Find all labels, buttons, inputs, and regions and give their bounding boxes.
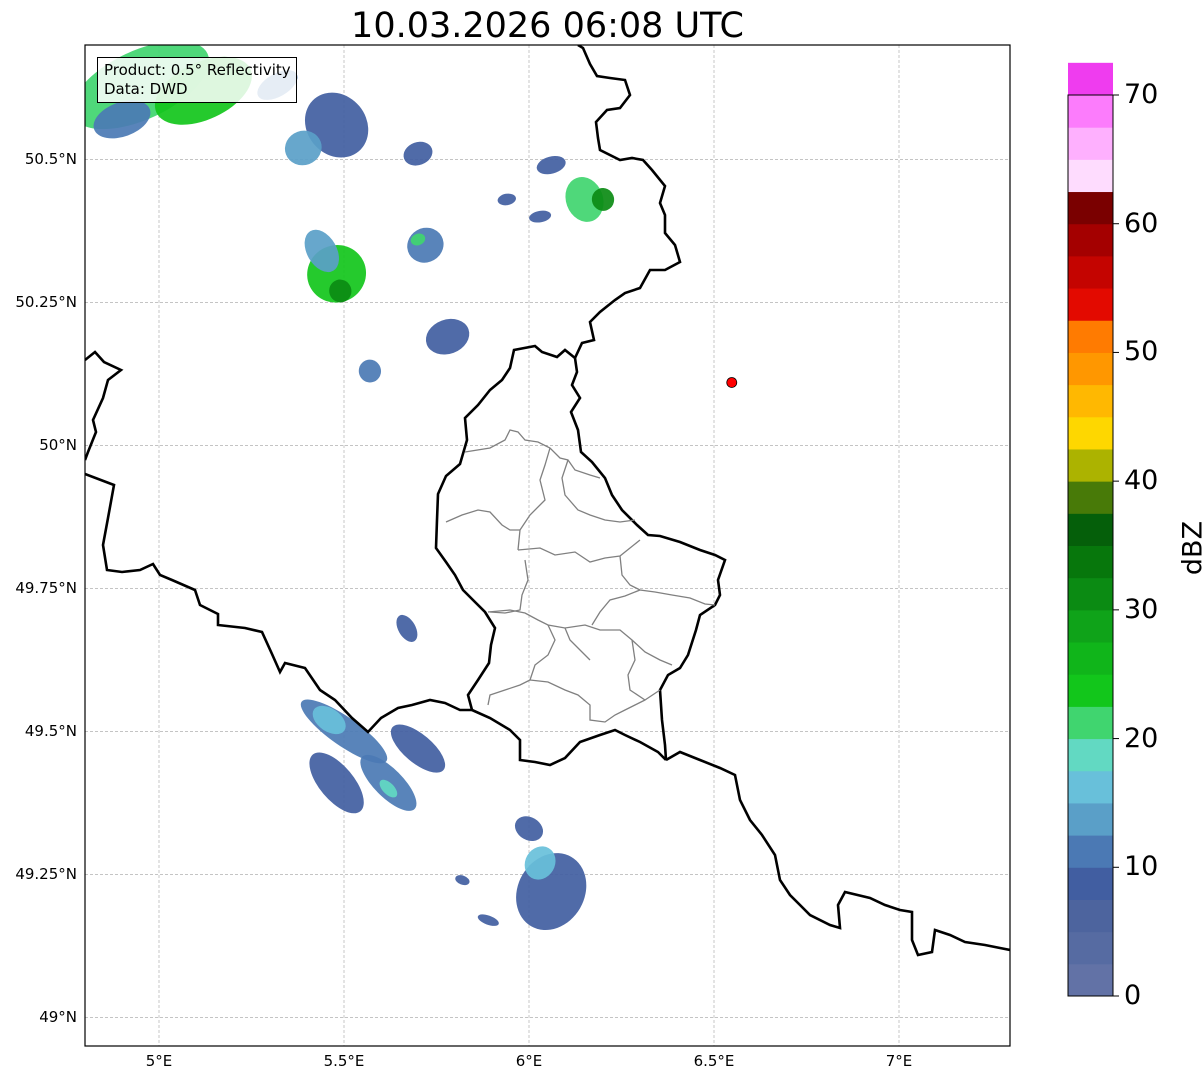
product-label: Product: 0.5° Reflectivity xyxy=(104,61,291,79)
lon-tick-label: 7°E xyxy=(885,1052,913,1070)
lat-tick-label: 50.25°N xyxy=(15,293,77,312)
colorbar-segment xyxy=(1068,545,1113,579)
product-info-box: Product: 0.5° Reflectivity Data: DWD xyxy=(97,57,297,103)
colorbar-segment xyxy=(1068,513,1113,546)
colorbar-tick-label: 30 xyxy=(1124,593,1159,625)
colorbar-segment xyxy=(1068,448,1113,482)
colorbar-segment xyxy=(1068,255,1113,289)
colorbar-segment xyxy=(1068,127,1113,160)
colorbar-segment xyxy=(1068,867,1113,900)
reflectivity-echo xyxy=(455,875,470,886)
border-france-belgium-luxembourg xyxy=(85,472,472,734)
colorbar-tick-label: 10 xyxy=(1124,851,1159,883)
lon-tick-label: 5.5°E xyxy=(323,1052,365,1070)
radar-site-marker[interactable] xyxy=(726,377,738,388)
colorbar-segment xyxy=(1068,62,1113,96)
reflectivity-echo xyxy=(425,318,470,355)
data-source-label: Data: DWD xyxy=(104,80,188,98)
colorbar-segment xyxy=(1068,481,1113,514)
reflectivity-echo xyxy=(477,914,499,926)
colorbar-segment xyxy=(1068,770,1113,804)
colorbar-segment xyxy=(1068,352,1113,386)
colorbar-segment xyxy=(1068,416,1113,450)
luxembourg-cantons xyxy=(445,429,716,723)
colorbar-segment xyxy=(1068,931,1113,965)
colorbar-tick-label: 0 xyxy=(1124,980,1142,1011)
reflectivity-echo xyxy=(403,141,433,166)
lon-tick-label: 6.5°E xyxy=(693,1052,735,1070)
radar-map[interactable] xyxy=(0,0,1202,1081)
lat-tick-label: 50°N xyxy=(39,436,77,455)
reflectivity-echo xyxy=(529,210,552,223)
border-luxembourg-france xyxy=(471,708,667,767)
lat-tick-label: 49.5°N xyxy=(24,722,77,741)
lat-tick-label: 49°N xyxy=(39,1008,77,1027)
colorbar-segment xyxy=(1068,191,1113,225)
lon-tick-label: 6°E xyxy=(515,1052,543,1070)
reflectivity-echo xyxy=(407,227,444,263)
colorbar-segment xyxy=(1068,95,1113,128)
boundaries xyxy=(85,45,1010,957)
reflectivity-echo xyxy=(536,155,566,175)
colorbar-tick-label: 70 xyxy=(1124,79,1159,110)
colorbar-segment xyxy=(1068,609,1113,643)
colorbar-segment xyxy=(1068,835,1113,868)
reflectivity-echo xyxy=(396,614,418,642)
colorbar-unit-label: dBZ xyxy=(1177,520,1202,576)
lon-tick-label: 5°E xyxy=(145,1052,173,1070)
colorbar-tick-label: 40 xyxy=(1124,465,1159,497)
lat-tick-label: 50.5°N xyxy=(24,150,77,169)
colorbar-tick-label: 60 xyxy=(1124,207,1159,239)
border-luxembourg-germany xyxy=(569,357,727,761)
colorbar-segment xyxy=(1068,159,1113,193)
reflectivity-echoes xyxy=(85,45,615,931)
colorbar-segment xyxy=(1068,384,1113,418)
radar-site-layer xyxy=(726,377,738,388)
colorbar-segment xyxy=(1068,899,1113,933)
colorbar-segment xyxy=(1068,577,1113,611)
lat-tick-label: 49.25°N xyxy=(15,865,77,884)
colorbar-segment xyxy=(1068,642,1113,675)
reflectivity-echo xyxy=(358,359,382,383)
colorbar xyxy=(1067,62,1119,997)
border-germany-france xyxy=(665,750,1010,957)
lat-tick-label: 49.75°N xyxy=(15,579,77,598)
colorbar-segment xyxy=(1068,802,1113,836)
colorbar-segment xyxy=(1068,223,1113,257)
reflectivity-echo xyxy=(497,193,516,206)
colorbar-tick-label: 50 xyxy=(1124,336,1159,368)
border-belgium-france-west xyxy=(85,350,124,461)
border-belgium-luxembourg xyxy=(434,344,576,711)
colorbar-segment xyxy=(1068,963,1113,997)
colorbar-segment xyxy=(1068,288,1113,321)
colorbar-tick-label: 20 xyxy=(1124,722,1159,754)
colorbar-segment xyxy=(1068,706,1113,740)
colorbar-segment xyxy=(1068,674,1113,707)
colorbar-segment xyxy=(1068,320,1113,353)
colorbar-segment xyxy=(1068,738,1113,772)
